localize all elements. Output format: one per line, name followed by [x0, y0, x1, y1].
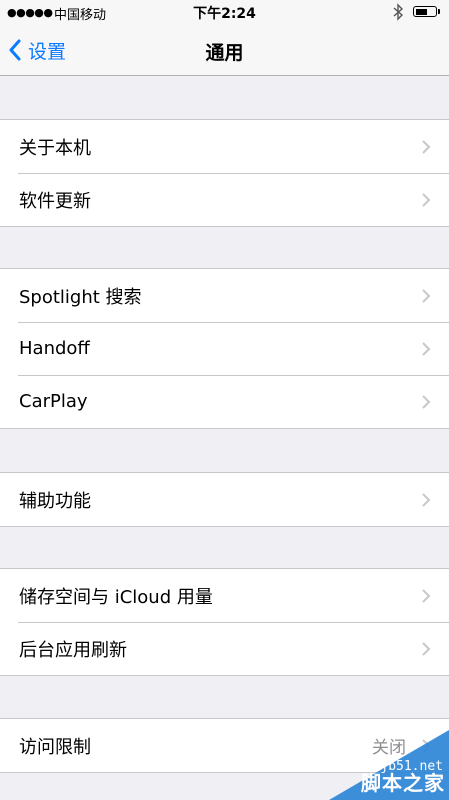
chevron-right-icon: [422, 641, 431, 656]
row-label: CarPlay: [19, 391, 88, 412]
row-label: 储存空间与 iCloud 用量: [19, 586, 213, 608]
row-storage-icloud-usage[interactable]: 储存空间与 iCloud 用量: [0, 569, 449, 622]
bluetooth-icon: [393, 3, 404, 21]
watermark-name: 脚本之家: [361, 771, 445, 795]
row-label: 关于本机: [19, 137, 91, 159]
row-label: 软件更新: [19, 190, 91, 212]
chevron-right-icon: [422, 288, 431, 303]
page-title: 通用: [205, 42, 244, 64]
chevron-right-icon: [422, 341, 431, 356]
chevron-right-icon: [422, 588, 431, 603]
row-carplay[interactable]: CarPlay: [0, 375, 449, 428]
row-label: 后台应用刷新: [19, 639, 127, 661]
chevron-right-icon: [422, 492, 431, 507]
battery-cap: [438, 9, 440, 14]
row-handoff[interactable]: Handoff: [0, 322, 449, 375]
row-label: 访问限制: [19, 736, 91, 758]
row-spotlight-search[interactable]: Spotlight 搜索: [0, 269, 449, 322]
chevron-right-icon: [422, 192, 431, 207]
row-label: 辅助功能: [19, 490, 91, 512]
settings-group-about: 关于本机 软件更新: [0, 119, 449, 227]
battery-icon: [413, 6, 437, 17]
chevron-right-icon: [422, 394, 431, 409]
battery-level: [415, 8, 427, 15]
row-software-update[interactable]: 软件更新: [0, 173, 449, 226]
site-watermark: jb51.net 脚本之家: [329, 730, 449, 800]
row-about[interactable]: 关于本机: [0, 120, 449, 173]
status-bar: ●●●●● 中国移动 下午2:24: [0, 0, 449, 26]
row-accessibility[interactable]: 辅助功能: [0, 473, 449, 526]
settings-group-continuity: Spotlight 搜索 Handoff CarPlay: [0, 268, 449, 429]
row-label: Handoff: [19, 338, 90, 359]
chevron-right-icon: [422, 139, 431, 154]
row-background-app-refresh[interactable]: 后台应用刷新: [0, 622, 449, 675]
status-time: 下午2:24: [193, 6, 256, 22]
navigation-bar: 设置 通用: [0, 26, 449, 76]
settings-group-accessibility: 辅助功能: [0, 472, 449, 527]
row-label: Spotlight 搜索: [19, 286, 142, 308]
settings-group-storage: 储存空间与 iCloud 用量 后台应用刷新: [0, 568, 449, 676]
